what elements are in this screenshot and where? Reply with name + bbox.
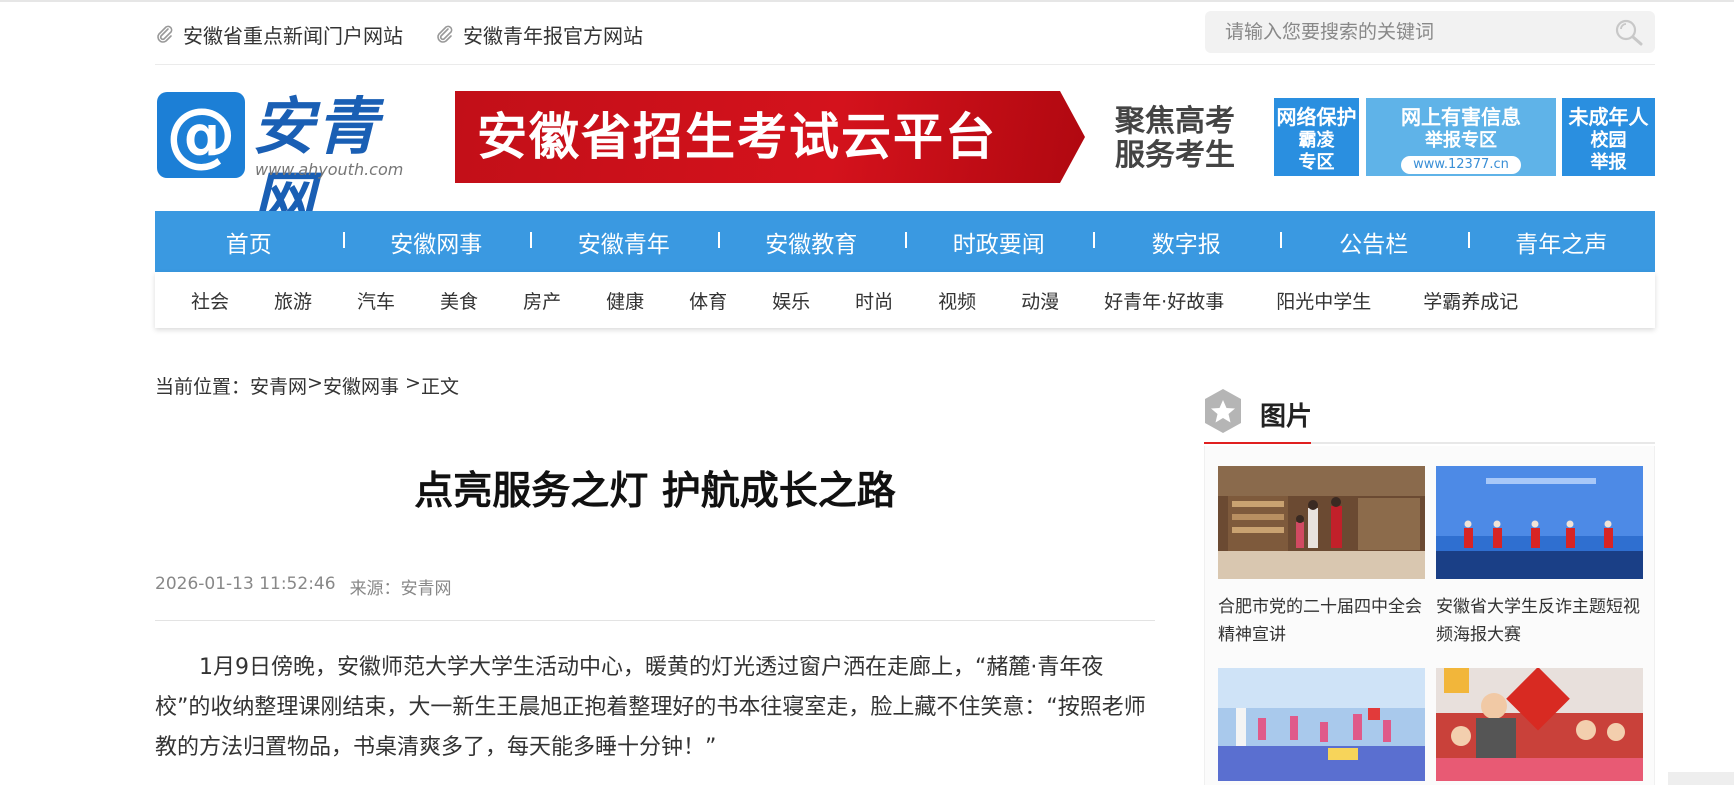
article-source-label: 来源： [349,579,401,599]
scroll-to-top-tab[interactable] [1668,772,1734,785]
logo-at-mark: @ [157,92,245,178]
subnav-item-good-youth[interactable]: 好青年·好故事 [1104,287,1224,314]
exam-platform-banner[interactable]: 安徽省招生考试云平台 聚焦高考 服务考生 [455,91,1270,183]
paperclip-icon [437,25,453,43]
site-logo[interactable]: @ 安青网 www.ahyouth.com [157,90,417,237]
logo-url: www.ahyouth.com [255,160,404,179]
sub-nav: 社会 旅游 汽车 美食 房产 健康 体育 娱乐 时尚 视频 动漫 好青年·好故事… [155,272,1655,328]
network-protection-banner[interactable]: 网络保护 霸凌 专区 [1274,98,1359,176]
banner-line: 举报 [1590,152,1627,173]
breadcrumb-separator: > [398,372,421,394]
nav-item-politics[interactable]: 时政要闻 [905,225,1093,259]
banner-url: www.12377.cn [1401,156,1521,174]
sidebar-title: 图片 [1260,402,1313,432]
subnav-item-sunny-student[interactable]: 阳光中学生 [1276,287,1371,314]
subnav-item-top-student[interactable]: 学霸养成记 [1423,287,1518,314]
minor-report-banner[interactable]: 未成年人 校园 举报 [1562,98,1655,176]
main-nav: 首页 安徽网事 安徽青年 安徽教育 时政要闻 数字报 公告栏 青年之声 [155,211,1655,272]
top-link-youth-paper[interactable]: 安徽青年报官方网站 [435,20,643,49]
banner-line: 网上有害信息 [1401,105,1521,129]
subnav-item-society[interactable]: 社会 [191,287,229,314]
nav-item-anhui-news[interactable]: 安徽网事 [342,225,531,259]
banner-title: 安徽省招生考试云平台 [477,108,997,166]
banner-line: 网络保护 [1276,105,1357,129]
article-datetime: 2026-01-13 11:52:46 [155,574,336,594]
banner-line: 专区 [1298,152,1335,173]
subnav-item-sports[interactable]: 体育 [689,287,727,314]
subnav-item-entertainment[interactable]: 娱乐 [772,287,810,314]
breadcrumb: 当前位置： 安青网 > 安徽网事 > 正文 [155,372,459,399]
photo-thumbnail [1218,466,1425,579]
subnav-item-health[interactable]: 健康 [606,287,644,314]
subnav-item-video[interactable]: 视频 [938,287,976,314]
search-icon[interactable] [1613,17,1645,47]
top-links: 安徽省重点新闻门户网站 安徽青年报官方网站 [155,20,675,48]
photo-thumbnail [1436,466,1643,579]
nav-item-youth-voice[interactable]: 青年之声 [1467,225,1656,259]
top-border [0,0,1734,2]
photo-caption: 合肥市党的二十届四中全会精神宣讲 [1218,597,1422,645]
banner-line: 举报专区 [1425,130,1497,151]
subnav-item-auto[interactable]: 汽车 [357,287,395,314]
top-link-label: 安徽省重点新闻门户网站 [183,23,403,48]
star-badge-icon [1205,389,1241,433]
subnav-item-realestate[interactable]: 房产 [523,287,561,314]
header-divider [155,64,1655,65]
nav-item-digital-paper[interactable]: 数字报 [1092,225,1281,259]
subnav-item-anime[interactable]: 动漫 [1021,287,1059,314]
article-meta: 2026-01-13 11:52:46 来源： 安青网 [155,574,452,599]
banner-line: 未成年人 [1568,105,1649,129]
article-paragraph: 1月9日傍晚，安徽师范大学大学生活动中心，暖黄的灯光透过窗户洒在走廊上，“赭麓·… [155,655,1146,760]
photo-thumbnail [1218,668,1425,781]
photo-card[interactable] [1436,666,1643,795]
search-box [1205,11,1655,53]
breadcrumb-prefix: 当前位置： [155,376,251,398]
photo-caption: 安徽省大学生反诈主题短视频海报大赛 [1436,597,1640,645]
banner-slogan: 聚焦高考 服务考生 [1115,105,1235,173]
sidebar-header-accent [1204,442,1311,444]
breadcrumb-separator: > [307,372,323,394]
photo-card[interactable]: 合肥市党的二十届四中全会精神宣讲 [1218,466,1425,649]
article-source: 安青网 [400,579,452,599]
subnav-item-fashion[interactable]: 时尚 [855,287,893,314]
breadcrumb-home[interactable]: 安青网 [250,372,307,399]
banner-line: 校园 [1590,130,1627,151]
harmful-info-report-banner[interactable]: 网上有害信息 举报专区 www.12377.cn [1366,98,1556,176]
article-title: 点亮服务之灯 护航成长之路 [414,469,896,514]
banner-line: 霸凌 [1298,130,1335,151]
nav-item-bulletin[interactable]: 公告栏 [1280,225,1468,259]
nav-item-home[interactable]: 首页 [155,225,343,259]
banner-slogan-line: 聚焦高考 [1115,104,1235,139]
nav-item-anhui-education[interactable]: 安徽教育 [717,225,906,259]
photo-thumbnail [1436,666,1643,781]
breadcrumb-section[interactable]: 安徽网事 [323,372,399,399]
sidebar-header: 图片 [1204,386,1655,446]
search-input[interactable] [1205,11,1595,53]
article-divider [155,620,1155,621]
photo-card[interactable] [1218,668,1425,795]
breadcrumb-current: 正文 [420,376,459,398]
top-link-news-portal[interactable]: 安徽省重点新闻门户网站 [155,20,403,49]
photo-card[interactable]: 安徽省大学生反诈主题短视频海报大赛 [1436,466,1643,649]
banner-slogan-line: 服务考生 [1115,138,1235,173]
subnav-item-travel[interactable]: 旅游 [274,287,312,314]
top-link-label: 安徽青年报官方网站 [463,23,643,48]
subnav-item-food[interactable]: 美食 [440,287,478,314]
nav-item-anhui-youth[interactable]: 安徽青年 [530,225,718,259]
paperclip-icon [157,25,173,43]
